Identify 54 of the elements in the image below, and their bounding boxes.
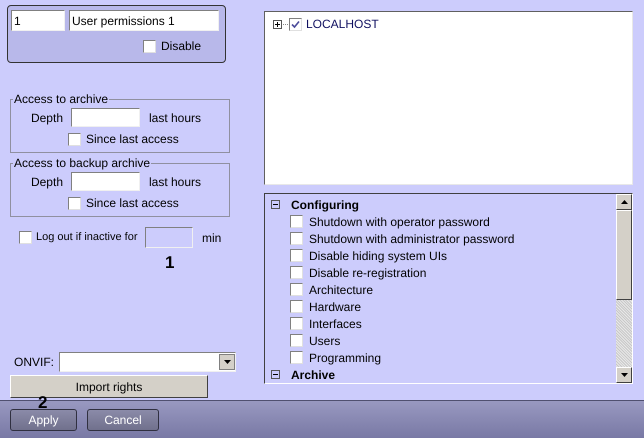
checkbox-label: Disable: [161, 38, 202, 55]
scroll-up-icon[interactable]: [616, 194, 632, 210]
checkbox-label: Log out if inactive for: [36, 230, 139, 246]
checkbox[interactable]: [290, 300, 303, 313]
expand-icon[interactable]: [273, 20, 282, 28]
unit-label: min: [202, 230, 222, 246]
permission-item[interactable]: Architecture: [309, 280, 374, 298]
group-title: Access to backup archive: [13, 157, 152, 169]
checkbox[interactable]: [290, 266, 303, 279]
depth-field[interactable]: [71, 108, 140, 127]
permission-item[interactable]: Hardware: [309, 298, 362, 316]
permission-item[interactable]: Disable re-registration: [309, 264, 426, 282]
unit-label: last hours: [149, 174, 202, 190]
checkbox[interactable]: [290, 215, 303, 228]
permission-group[interactable]: Configuring: [291, 196, 359, 214]
checkbox[interactable]: [68, 132, 81, 146]
callout-number: 1: [165, 254, 176, 272]
scroll-thumb[interactable]: [616, 210, 632, 300]
scroll-down-icon[interactable]: [616, 367, 632, 383]
tree-item[interactable]: LOCALHOST: [306, 15, 379, 33]
checkbox-label: Since last access: [86, 131, 179, 148]
collapse-icon[interactable]: [271, 200, 280, 209]
checkbox[interactable]: [290, 283, 303, 296]
dialog-button[interactable]: Apply: [10, 408, 77, 430]
permission-item[interactable]: Shutdown with administrator password: [309, 230, 514, 248]
depth-label: Depth: [30, 110, 64, 126]
permission-item[interactable]: Disable hiding system UIs: [309, 246, 448, 264]
checkbox[interactable]: [290, 351, 303, 364]
name-field[interactable]: User permissions 1: [69, 10, 219, 31]
unit-label: last hours: [149, 110, 202, 126]
permission-item[interactable]: Users: [309, 332, 340, 350]
id-field[interactable]: 1: [11, 10, 65, 31]
checkbox[interactable]: [290, 232, 303, 245]
permission-group[interactable]: Archive: [291, 366, 336, 384]
checkbox[interactable]: [143, 40, 156, 52]
checkbox[interactable]: [290, 249, 303, 262]
permission-item[interactable]: Interfaces: [309, 314, 362, 332]
checkbox[interactable]: [68, 196, 81, 210]
group-title: Access to archive: [13, 93, 110, 105]
depth-field[interactable]: [71, 172, 140, 191]
collapse-icon[interactable]: [271, 370, 280, 379]
permission-item[interactable]: Shutdown with operator password: [309, 212, 490, 230]
depth-label: Depth: [30, 174, 64, 190]
onvif-label: ONVIF:: [14, 354, 56, 371]
checkbox[interactable]: [290, 334, 303, 347]
checkbox[interactable]: [289, 18, 302, 30]
scrollbar[interactable]: [616, 194, 632, 383]
minutes-field[interactable]: [145, 227, 193, 248]
checkbox-label: Since last access: [86, 195, 179, 212]
checkbox[interactable]: [290, 317, 303, 330]
checkbox[interactable]: [19, 231, 32, 244]
permission-item[interactable]: Programming: [309, 348, 382, 366]
onvif-dropdown[interactable]: [59, 352, 236, 372]
dialog-button[interactable]: Cancel: [87, 408, 159, 430]
